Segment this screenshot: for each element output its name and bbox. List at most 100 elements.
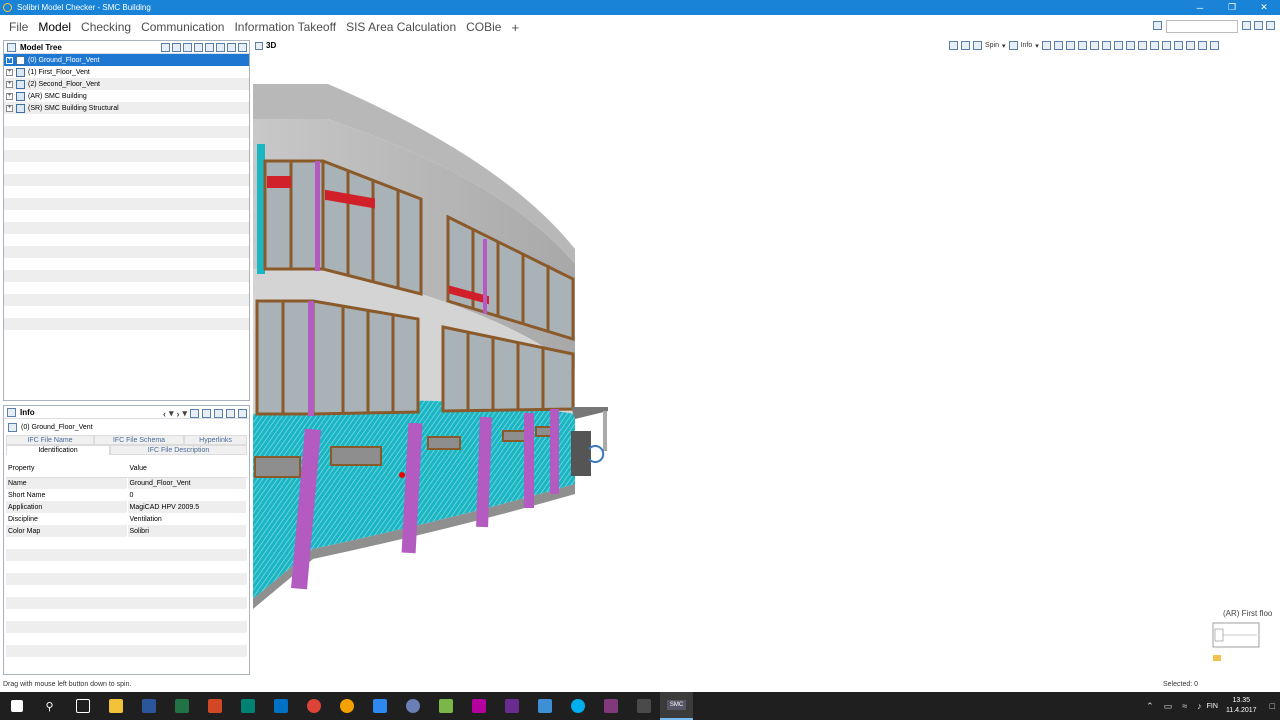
zoom-in-icon[interactable] — [1113, 41, 1123, 50]
taskbar-skype[interactable] — [561, 692, 594, 720]
menu-icon[interactable] — [226, 409, 235, 418]
battery-icon[interactable]: ▭ — [1164, 701, 1173, 712]
task-view-button[interactable] — [66, 692, 99, 720]
expand-icon[interactable]: + — [6, 80, 13, 88]
table-row[interactable]: Discipline Ventilation — [6, 513, 247, 525]
grid-icon[interactable] — [194, 43, 203, 52]
fullscreen-icon[interactable] — [1173, 41, 1183, 50]
layers-icon[interactable] — [1197, 41, 1207, 50]
table-row[interactable]: Name Ground_Floor_Vent — [6, 477, 247, 489]
minimize-button[interactable]: ─ — [1184, 0, 1216, 15]
tab-hyperlinks[interactable]: Hyperlinks — [184, 435, 247, 445]
dropdown-icon[interactable]: ▾ — [182, 408, 187, 419]
taskbar-app-notepad[interactable] — [429, 692, 462, 720]
maximize-panel-icon[interactable] — [238, 409, 247, 418]
taskbar-excel[interactable] — [165, 692, 198, 720]
dropdown-icon[interactable]: ▾ — [169, 408, 174, 419]
tree-item-smc-building[interactable]: + (AR) SMC Building — [4, 90, 249, 102]
expand-icon[interactable]: + — [6, 92, 13, 100]
show-hidden-icons[interactable]: ⌃ — [1146, 701, 1154, 712]
notifications-icon[interactable]: □ — [1270, 701, 1275, 711]
taskbar-word[interactable] — [132, 692, 165, 720]
3d-view[interactable]: 3D Spin ▾ Info ▾ (AR) First floo — [253, 39, 1280, 679]
menu-model[interactable]: Model — [38, 20, 71, 34]
clock[interactable]: 13.35 11.4.2017 — [1226, 696, 1257, 716]
chevron-down-icon[interactable]: ▾ — [1035, 42, 1039, 50]
maximize-panel-icon[interactable] — [1209, 41, 1219, 50]
taskbar-sway[interactable] — [231, 692, 264, 720]
collapse-all-icon[interactable] — [216, 43, 225, 52]
taskbar-outlook[interactable] — [264, 692, 297, 720]
menu-communication[interactable]: Communication — [141, 20, 224, 34]
taskbar-solibri[interactable]: SMC — [660, 692, 693, 720]
zoom-window-icon[interactable] — [1149, 41, 1159, 50]
menu-icon[interactable] — [227, 43, 236, 52]
chevron-down-icon[interactable]: ▾ — [1002, 42, 1006, 50]
tab-ifc-file-description[interactable]: IFC File Description — [110, 445, 247, 455]
taskbar-file-explorer[interactable] — [99, 692, 132, 720]
info-icon[interactable] — [1008, 41, 1018, 50]
forward-arrow-icon[interactable]: › — [176, 409, 179, 419]
network-icon[interactable]: ≈ — [1182, 701, 1187, 711]
spin-mode-label[interactable]: Spin — [985, 42, 999, 49]
menu-checking[interactable]: Checking — [81, 20, 131, 34]
transparency-icon[interactable] — [1065, 41, 1075, 50]
back-arrow-icon[interactable]: ‹ — [163, 409, 166, 419]
settings-icon[interactable] — [1266, 21, 1275, 30]
expand-icon[interactable]: + — [6, 56, 13, 64]
zoom-out-icon[interactable] — [1137, 41, 1147, 50]
box-view-icon[interactable] — [1041, 41, 1051, 50]
expand-icon[interactable]: + — [6, 104, 13, 112]
menu-cobie[interactable]: COBie — [466, 20, 501, 34]
tree-item-second-floor-vent[interactable]: + (2) Second_Floor_Vent — [4, 78, 249, 90]
redo-icon[interactable] — [961, 41, 970, 50]
tree-item-ground-floor-vent[interactable]: + (0) Ground_Floor_Vent — [4, 54, 249, 66]
search-button[interactable]: ⚲ — [33, 692, 66, 720]
table-row[interactable]: Application MagiCAD HPV 2009.5 — [6, 501, 247, 513]
minimap-floor-label[interactable]: (AR) First floo — [1223, 609, 1272, 618]
menu-information-takeoff[interactable]: Information Takeoff — [234, 20, 336, 34]
column-header-property[interactable]: Property — [6, 461, 128, 478]
start-button[interactable] — [0, 692, 33, 720]
color-settings-icon[interactable] — [1089, 41, 1099, 50]
tree-item-first-floor-vent[interactable]: + (1) First_Floor_Vent — [4, 66, 249, 78]
sort-icon[interactable] — [172, 43, 181, 52]
expand-icon[interactable]: + — [6, 68, 13, 76]
orbit-center-icon[interactable] — [588, 445, 605, 463]
tree-item-smc-building-structural[interactable]: + (SR) SMC Building Structural — [4, 102, 249, 114]
taskbar-app-autodesk[interactable] — [528, 692, 561, 720]
layout-icon[interactable] — [1185, 41, 1195, 50]
spin-icon[interactable] — [973, 41, 982, 50]
add-layout-button[interactable]: + — [511, 20, 519, 35]
input-language[interactable]: FIN — [1207, 703, 1218, 710]
expand-all-icon[interactable] — [205, 43, 214, 52]
sync-selection-icon[interactable] — [190, 409, 199, 418]
undo-icon[interactable] — [949, 41, 958, 50]
taskbar-app-hex[interactable] — [462, 692, 495, 720]
save-icon[interactable] — [1254, 21, 1263, 30]
hide-icon[interactable] — [1053, 41, 1063, 50]
layout-icon[interactable] — [1153, 21, 1162, 30]
taskbar-chrome[interactable] — [297, 692, 330, 720]
taskbar-app-tool[interactable] — [627, 692, 660, 720]
visibility-icon[interactable] — [1101, 41, 1111, 50]
menu-sis-area-calculation[interactable]: SIS Area Calculation — [346, 20, 456, 34]
building-model-render[interactable] — [253, 39, 1280, 679]
measure-icon[interactable] — [1161, 41, 1171, 50]
volume-icon[interactable]: ♪ — [1197, 701, 1202, 711]
isolate-icon[interactable] — [1077, 41, 1087, 50]
maximize-panel-icon[interactable] — [238, 43, 247, 52]
tab-ifc-file-schema[interactable]: IFC File Schema — [94, 435, 184, 445]
filter-icon[interactable] — [161, 43, 170, 52]
restore-button[interactable]: ❐ — [1216, 0, 1248, 15]
expand-all-icon[interactable] — [202, 409, 211, 418]
search-input[interactable] — [1166, 20, 1238, 33]
taskbar-app-grid[interactable] — [495, 692, 528, 720]
zoom-all-icon[interactable] — [1125, 41, 1135, 50]
info-mode-label[interactable]: Info — [1021, 42, 1033, 49]
taskbar-app-flower[interactable] — [330, 692, 363, 720]
taskbar-app-circle[interactable] — [396, 692, 429, 720]
table-row[interactable]: Color Map Solibri — [6, 525, 247, 537]
find-icon[interactable] — [1242, 21, 1251, 30]
tab-identification[interactable]: Identification — [6, 445, 110, 455]
